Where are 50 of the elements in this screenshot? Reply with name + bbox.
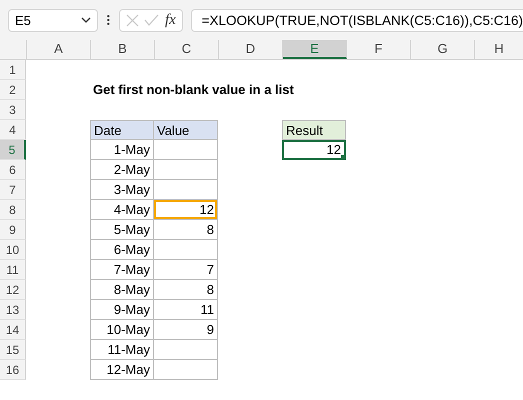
column-header[interactable]: E (283, 40, 347, 59)
column-header[interactable]: F (347, 40, 411, 59)
row-header[interactable]: 9 (0, 220, 26, 240)
table-cell: 5-May (90, 220, 154, 240)
row-header[interactable]: 16 (0, 360, 26, 380)
column-header[interactable]: H (475, 40, 523, 59)
formula-field[interactable]: =XLOOKUP(TRUE,NOT(ISBLANK(C5:C16)),C5:C16) (190, 8, 523, 32)
result-header: Result (282, 120, 346, 140)
row-header[interactable]: 14 (0, 320, 26, 340)
row-header[interactable]: 3 (0, 100, 26, 120)
table-cell: 4-May (90, 200, 154, 220)
more-icon[interactable] (107, 14, 110, 26)
table-cell: 3-May (90, 180, 154, 200)
table-cell: 8 (154, 220, 218, 240)
table-cell: 7-May (90, 260, 154, 280)
row-header[interactable]: 12 (0, 280, 26, 300)
table-cell: 1-May (90, 140, 154, 160)
row-header[interactable]: 2 (0, 80, 26, 100)
insert-function-button[interactable]: fx (164, 12, 176, 28)
row-header[interactable]: 8 (0, 200, 26, 220)
table-cell: 12 (154, 200, 218, 220)
row-header[interactable]: 11 (0, 260, 26, 280)
table-cell: 11-May (90, 340, 154, 360)
row-header[interactable]: 5 (0, 140, 26, 160)
table-cell: 7 (154, 260, 218, 280)
table-cell: 2-May (90, 160, 154, 180)
table-cell: 8 (154, 280, 218, 300)
table-cell: 9-May (90, 300, 154, 320)
row-header[interactable]: 4 (0, 120, 26, 140)
row-header[interactable]: 7 (0, 180, 26, 200)
row-header[interactable]: 1 (0, 60, 26, 80)
table-cell: 8-May (90, 280, 154, 300)
row-header[interactable]: 6 (0, 160, 26, 180)
column-header[interactable]: A (27, 40, 91, 59)
column-header[interactable]: C (155, 40, 219, 59)
result-cell[interactable]: 12 (282, 140, 346, 160)
table-cell: 12-May (90, 360, 154, 380)
column-header[interactable]: G (411, 40, 475, 59)
table-cell: 10-May (90, 320, 154, 340)
table-cell: 6-May (90, 240, 154, 260)
table-cell: 11 (154, 300, 218, 320)
name-box[interactable]: E5 (8, 8, 98, 32)
dropdown-icon[interactable] (81, 17, 92, 23)
row-header[interactable]: 15 (0, 340, 26, 360)
table-cell: 9 (154, 320, 218, 340)
column-header: Value (154, 120, 218, 140)
row-header[interactable]: 13 (0, 300, 26, 320)
row-header[interactable]: 10 (0, 240, 26, 260)
column-header: Date (90, 120, 154, 140)
column-header[interactable]: B (91, 40, 155, 59)
